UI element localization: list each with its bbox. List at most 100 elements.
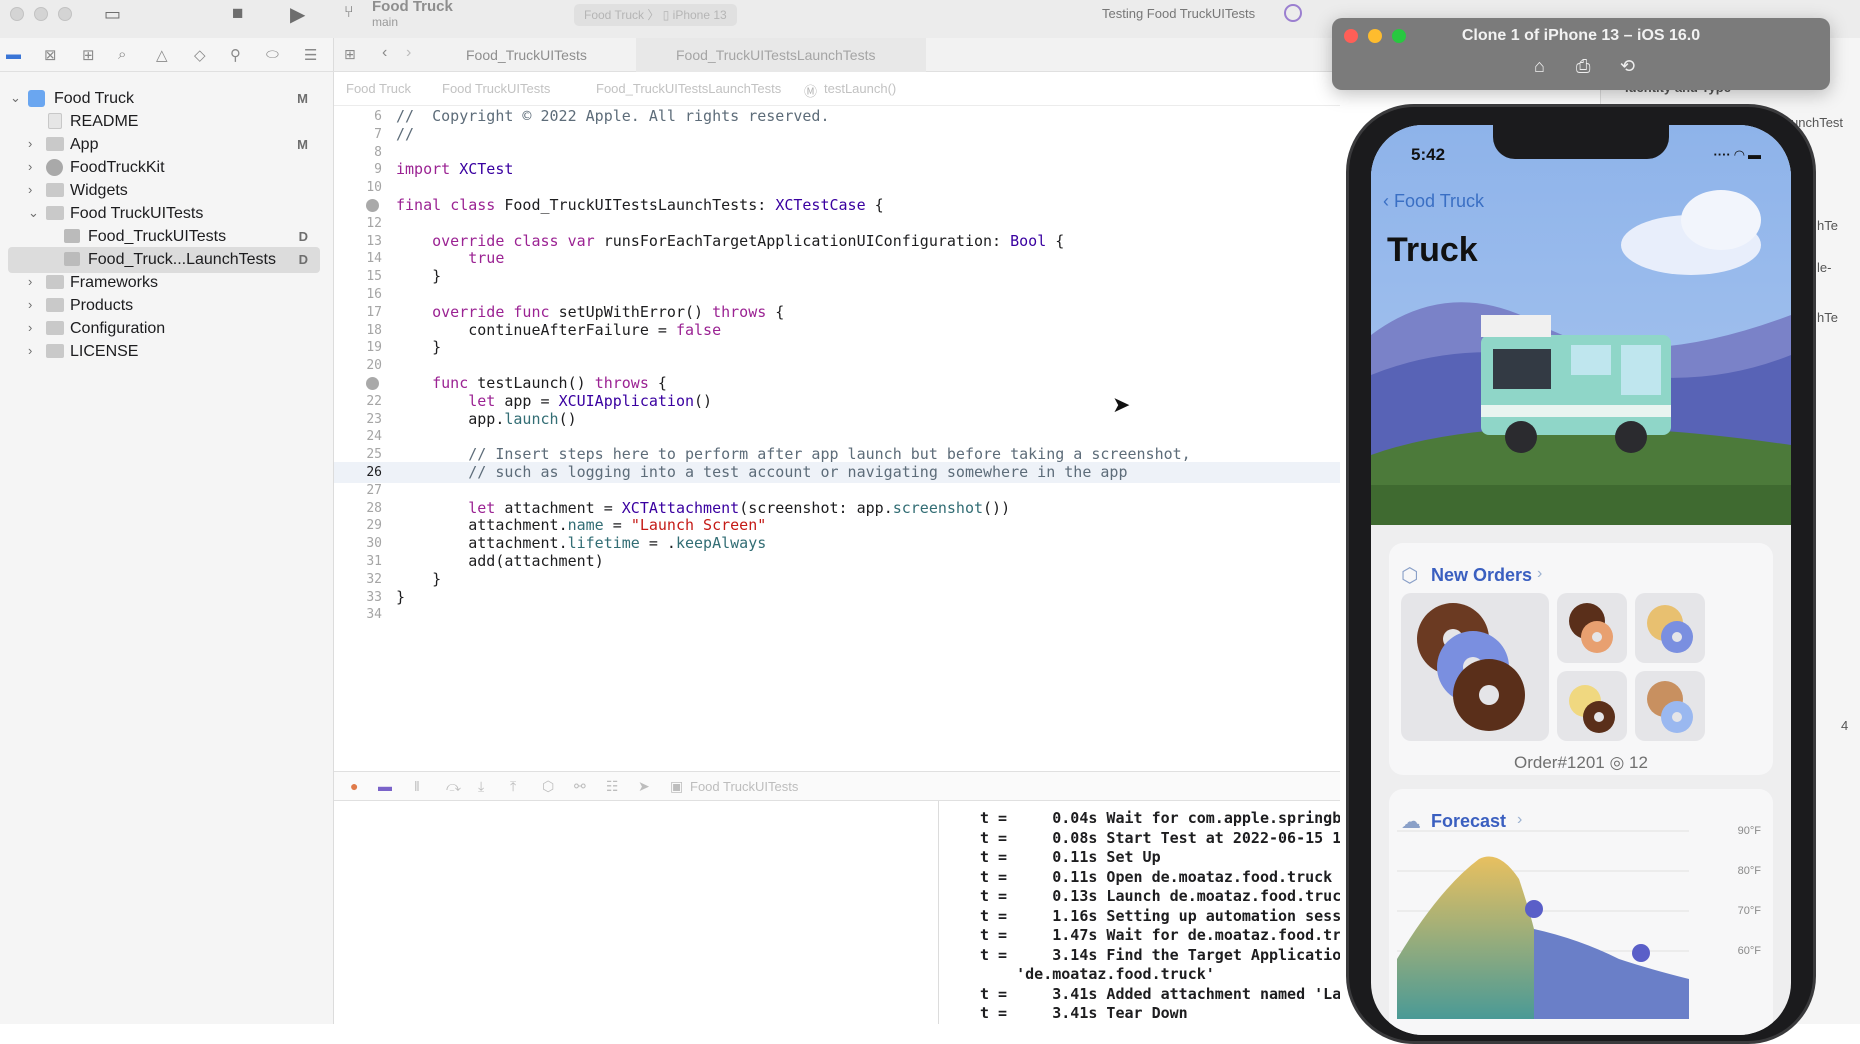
folder-icon: [46, 137, 64, 151]
status-time: 5:42: [1411, 145, 1446, 164]
symbol-icon[interactable]: ⊞: [82, 46, 95, 64]
chevron-right-icon[interactable]: ›: [28, 297, 32, 312]
log-line: t = 3.41s Tear Down: [980, 1004, 1188, 1022]
inspector-field: hTe: [1817, 218, 1838, 233]
rotate-icon[interactable]: ⟲: [1620, 56, 1635, 77]
test-diamond-icon[interactable]: [366, 199, 379, 212]
stop-icon[interactable]: ■: [232, 3, 243, 25]
environment-icon[interactable]: ☷: [606, 778, 619, 795]
project-navigator: ▬ ⊠ ⊞ ⌕ △ ◇ ⚲ ⬭ ☰ ⌄ Food Truck M README …: [0, 38, 334, 1024]
home-icon[interactable]: ⌂: [1534, 56, 1545, 77]
truck-hero-image: [1371, 125, 1791, 525]
back-arrow-icon[interactable]: ‹: [382, 44, 387, 62]
forecast-card[interactable]: ☁ Forecast › 90°F 80°F 70°F 60°F: [1389, 789, 1773, 1035]
donut-illustration: [1417, 603, 1525, 731]
folder-icon: [46, 275, 64, 289]
folder-icon: [46, 183, 64, 197]
chevron-right-icon[interactable]: ›: [28, 274, 32, 289]
run-icon[interactable]: ▶: [290, 2, 305, 27]
grid-icon[interactable]: ⊞: [344, 46, 356, 63]
chevron-down-icon[interactable]: ⌄: [10, 90, 21, 106]
source-control-icon[interactable]: ⊠: [44, 46, 57, 64]
log-line: 'de.moataz.food.truck': [980, 965, 1215, 983]
forward-arrow-icon[interactable]: ›: [406, 44, 411, 62]
view-hierarchy-icon[interactable]: ⬡: [542, 778, 554, 795]
sidebar-toggle-icon[interactable]: ▭: [104, 4, 121, 25]
breakpoints-toggle-icon[interactable]: ▬: [378, 778, 392, 794]
test-icon[interactable]: ◇: [194, 46, 206, 64]
step-out-icon[interactable]: ⤒: [510, 778, 516, 795]
donut-illustration: [1647, 681, 1693, 733]
breakpoint-icon[interactable]: ⬭: [266, 46, 279, 63]
log-line: t = 3.41s Added attachment named 'La: [980, 984, 1340, 1003]
navigator-tab-bar: ▬ ⊠ ⊞ ⌕ △ ◇ ⚲ ⬭ ☰: [0, 38, 334, 72]
chevron-right-icon: 〉: [647, 8, 663, 22]
swift-file-icon: [64, 229, 80, 243]
test-diamond-icon[interactable]: [366, 377, 379, 390]
chevron-right-icon: ›: [1537, 565, 1543, 582]
folder-icon[interactable]: ▬: [6, 46, 21, 63]
console-output[interactable]: t = 0.04s Wait for com.apple.springb t = …: [940, 801, 1340, 1024]
search-icon[interactable]: ⌕: [118, 46, 126, 63]
tree-item-label: Food TruckUITests: [70, 205, 204, 222]
breadcrumb: Food Truck Food TruckUITests Food_TruckU…: [334, 72, 1340, 106]
breadcrumb-item[interactable]: Food_TruckUITestsLaunchTests: [596, 81, 781, 96]
debug-icon[interactable]: ⚲: [230, 46, 241, 64]
chevron-right-icon[interactable]: ›: [28, 136, 32, 151]
step-over-icon[interactable]: ⤼: [446, 778, 461, 795]
donut-count-icon: ◎: [1609, 753, 1630, 772]
stepper-value[interactable]: 4: [1841, 718, 1848, 733]
tree-item-license[interactable]: › LICENSE: [8, 339, 320, 365]
battery-icon: ▬: [1748, 147, 1761, 162]
scheme-branch: main: [372, 15, 399, 29]
code-line[interactable]: 34: [334, 604, 1340, 625]
screenshot-icon[interactable]: ⎙: [1576, 56, 1590, 77]
location-icon[interactable]: ➤: [638, 778, 650, 795]
zoom-window-button[interactable]: [58, 7, 72, 21]
warning-icon[interactable]: △: [156, 46, 168, 64]
log-line: t = 0.08s Start Test at 2022-06-15 1: [980, 828, 1340, 847]
close-window-button[interactable]: [10, 7, 24, 21]
chevron-down-icon[interactable]: ⌄: [28, 205, 39, 221]
donut-illustration: [1647, 605, 1693, 653]
folder-icon: [46, 344, 64, 358]
code-editor[interactable]: 6// Copyright © 2022 Apple. All rights r…: [334, 106, 1340, 771]
breadcrumb-item[interactable]: Food Truck: [346, 81, 411, 96]
donut-illustration: [1569, 603, 1613, 653]
tree-item-label: App: [70, 136, 99, 153]
tree-item-label: Configuration: [70, 320, 166, 337]
chevron-right-icon[interactable]: ›: [28, 159, 32, 174]
box-icon: ⬡: [1401, 565, 1419, 587]
tree-item-label: README: [70, 113, 139, 130]
truck-illustration: [1371, 125, 1791, 525]
tab-launchtests[interactable]: Food_TruckUITestsLaunchTests: [636, 38, 926, 72]
tab-uitests[interactable]: Food_TruckUITests: [426, 38, 636, 72]
log-line: t = 0.11s Set Up: [980, 848, 1161, 866]
report-icon[interactable]: ☰: [304, 46, 317, 64]
branch-icon: ⑂: [344, 4, 354, 21]
chevron-right-icon[interactable]: ›: [28, 343, 32, 358]
line-number[interactable]: 34: [334, 604, 382, 625]
new-orders-card[interactable]: ⬡ New Orders › Order#1201 ◎ 12: [1389, 543, 1773, 775]
record-icon[interactable]: ●: [350, 778, 358, 794]
chevron-right-icon[interactable]: ›: [28, 182, 32, 197]
breadcrumb-item[interactable]: Food TruckUITests: [442, 81, 550, 96]
scheme-title[interactable]: Food Truck: [372, 0, 453, 15]
minimize-window-button[interactable]: [34, 7, 48, 21]
chevron-right-icon[interactable]: ›: [28, 320, 32, 335]
variables-view: [334, 801, 939, 1024]
back-button[interactable]: ‹ Food Truck: [1383, 191, 1484, 212]
phone-screen[interactable]: 5:42 ···· ◠ ▬ ‹ Food Truck Truck ⬡ New O…: [1371, 125, 1791, 1035]
run-destination-selector[interactable]: Food Truck 〉 ▯ iPhone 13: [574, 4, 737, 26]
inspector-field: hTe: [1817, 310, 1838, 325]
memory-graph-icon[interactable]: ⚯: [574, 778, 586, 795]
inspector-field: le-: [1817, 260, 1832, 275]
wifi-icon: ◠: [1734, 147, 1748, 162]
breadcrumb-item[interactable]: testLaunch(): [824, 81, 896, 96]
pause-icon[interactable]: ‖: [414, 778, 420, 794]
iphone-frame: 5:42 ···· ◠ ▬ ‹ Food Truck Truck ⬡ New O…: [1346, 104, 1816, 1044]
donut-image: [1557, 671, 1627, 741]
notch: [1493, 125, 1669, 159]
step-into-icon[interactable]: ⤓: [478, 778, 484, 795]
document-icon: [48, 113, 62, 129]
